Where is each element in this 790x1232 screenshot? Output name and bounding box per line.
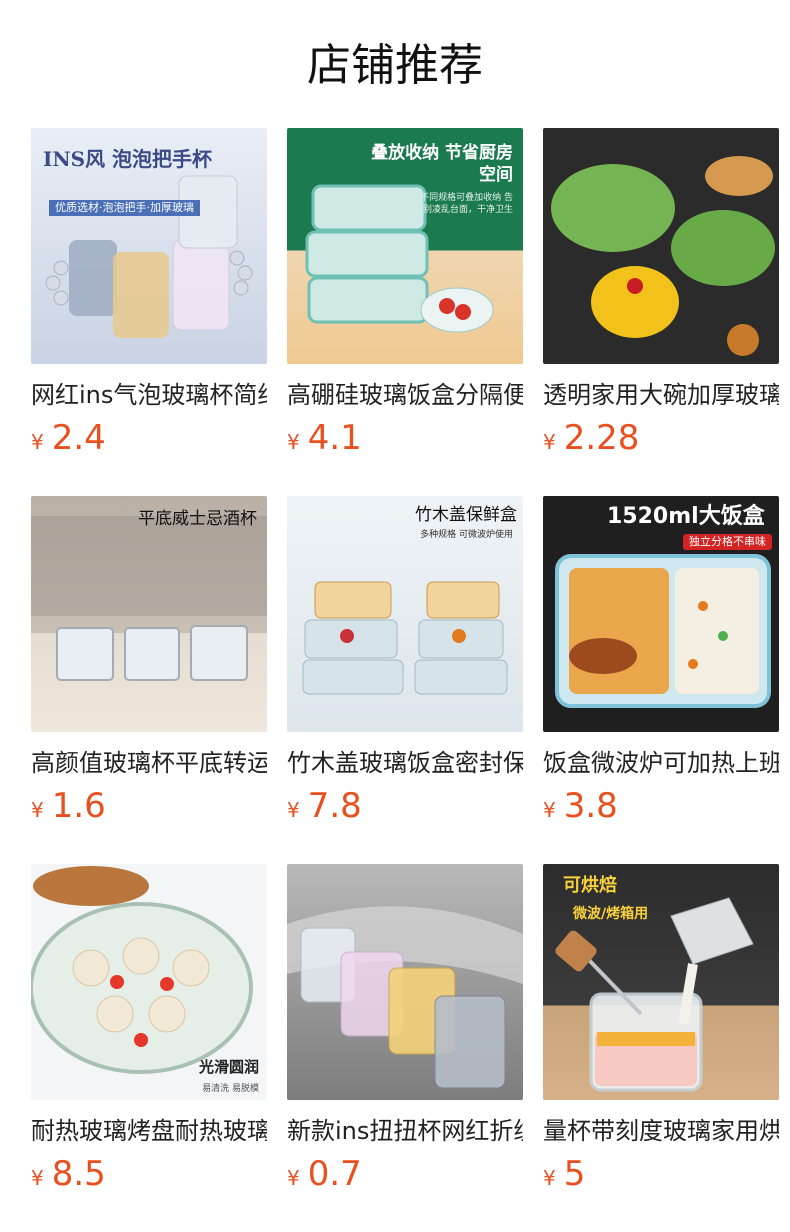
image-tagline: 优质选材·泡泡把手·加厚玻璃 — [49, 200, 200, 216]
image-tagline: 易清洗 易脱模 — [202, 1084, 259, 1094]
currency-symbol: ¥ — [287, 798, 300, 822]
currency-symbol: ¥ — [287, 1166, 300, 1190]
product-name[interactable]: 新款ins扭扭杯网红折纹杯 — [287, 1116, 523, 1146]
image-tagline: 多种规格 可微波炉使用 — [420, 530, 513, 540]
product-price: ¥ 4.1 — [287, 418, 523, 458]
product-name[interactable]: 竹木盖玻璃饭盒密封保鲜盒 — [287, 748, 523, 778]
product-image[interactable]: 1520ml大饭盒 独立分格不串味 — [543, 496, 779, 732]
price-value: 1.6 — [51, 786, 106, 826]
product-card[interactable]: 光滑圆润 易清洗 易脱模 耐热玻璃烤盘耐热玻璃鱼盘 ¥ 8.5 — [31, 864, 267, 1194]
currency-symbol: ¥ — [31, 1166, 44, 1190]
twisted-cups-icon — [287, 906, 523, 1089]
image-tagline: 不同规格可叠加收纳 告别凌乱台面，干净卫生 — [420, 193, 513, 215]
product-card[interactable]: 可烘焙 微波/烤箱用 量杯带刻度玻璃家用烘焙 ¥ 5 — [543, 864, 779, 1194]
product-image[interactable] — [287, 864, 523, 1100]
product-price: ¥ 5 — [543, 1154, 779, 1194]
product-name[interactable]: 高颜值玻璃杯平底转运酒杯 — [31, 748, 267, 778]
currency-symbol: ¥ — [287, 430, 300, 454]
product-card[interactable]: 透明家用大碗加厚玻璃沙拉碗 ¥ 2.28 — [543, 128, 779, 458]
product-name[interactable]: 高硼硅玻璃饭盒分隔便当盒 — [287, 380, 523, 410]
product-price: ¥ 1.6 — [31, 786, 267, 826]
product-image[interactable]: 光滑圆润 易清洗 易脱模 — [31, 864, 267, 1100]
image-tagline: 独立分格不串味 — [683, 534, 772, 550]
image-caption: 1520ml大饭盒 — [607, 504, 765, 529]
image-caption: 可烘焙 — [563, 875, 617, 896]
product-price: ¥ 3.8 — [543, 786, 779, 826]
product-image[interactable]: 叠放收纳 节省厨房空间 不同规格可叠加收纳 告别凌乱台面，干净卫生 — [287, 128, 523, 364]
product-name[interactable]: 透明家用大碗加厚玻璃沙拉碗 — [543, 380, 779, 410]
product-name[interactable]: 量杯带刻度玻璃家用烘焙 — [543, 1116, 779, 1146]
product-card[interactable]: INS风 泡泡把手杯 优质选材·泡泡把手·加厚玻璃 网红ins气泡玻璃杯简约 ¥… — [31, 128, 267, 458]
product-image[interactable]: INS风 泡泡把手杯 优质选材·泡泡把手·加厚玻璃 — [31, 128, 267, 364]
price-value: 2.28 — [563, 418, 640, 458]
measuring-cup-icon — [555, 897, 754, 1092]
image-caption: 竹木盖保鲜盒 — [415, 505, 517, 525]
price-value: 3.8 — [563, 786, 618, 826]
product-image[interactable]: 竹木盖保鲜盒 多种规格 可微波炉使用 — [287, 496, 523, 732]
salad-bowls-icon — [551, 156, 775, 356]
price-value: 7.8 — [307, 786, 362, 826]
page-title: 店铺推荐 — [307, 40, 483, 91]
product-card[interactable]: 叠放收纳 节省厨房空间 不同规格可叠加收纳 告别凌乱台面，干净卫生 高硼硅玻璃饭… — [287, 128, 523, 458]
product-price: ¥ 7.8 — [287, 786, 523, 826]
product-image[interactable] — [543, 128, 779, 364]
product-name[interactable]: 耐热玻璃烤盘耐热玻璃鱼盘 — [31, 1116, 267, 1146]
image-caption: INS风 泡泡把手杯 — [43, 147, 213, 171]
product-price: ¥ 0.7 — [287, 1154, 523, 1194]
image-tagline: 微波/烤箱用 — [573, 906, 649, 922]
product-card[interactable]: 平底威士忌酒杯 高颜值玻璃杯平底转运酒杯 ¥ 1.6 — [31, 496, 267, 826]
product-image[interactable]: 可烘焙 微波/烤箱用 — [543, 864, 779, 1100]
product-card[interactable]: 新款ins扭扭杯网红折纹杯 ¥ 0.7 — [287, 864, 523, 1194]
currency-symbol: ¥ — [31, 798, 44, 822]
currency-symbol: ¥ — [543, 798, 556, 822]
whisky-glasses-icon — [31, 516, 267, 681]
product-image[interactable]: 平底威士忌酒杯 — [31, 496, 267, 732]
product-card[interactable]: 竹木盖保鲜盒 多种规格 可微波炉使用 竹木盖玻璃饭盒密封保鲜盒 ¥ 7.8 — [287, 496, 523, 826]
product-card[interactable]: 1520ml大饭盒 独立分格不串味 饭盒微波炉可加热上班族 ¥ 3.8 — [543, 496, 779, 826]
image-caption: 叠放收纳 节省厨房空间 — [371, 143, 513, 185]
price-value: 2.4 — [51, 418, 106, 458]
image-caption: 光滑圆润 — [198, 1058, 259, 1076]
currency-symbol: ¥ — [31, 430, 44, 454]
product-price: ¥ 2.4 — [31, 418, 267, 458]
product-name[interactable]: 网红ins气泡玻璃杯简约 — [31, 380, 267, 410]
product-price: ¥ 8.5 — [31, 1154, 267, 1194]
currency-symbol: ¥ — [543, 1166, 556, 1190]
price-value: 8.5 — [51, 1154, 106, 1194]
currency-symbol: ¥ — [543, 430, 556, 454]
price-value: 4.1 — [307, 418, 362, 458]
product-price: ¥ 2.28 — [543, 418, 779, 458]
price-value: 5 — [563, 1154, 586, 1194]
image-caption: 平底威士忌酒杯 — [138, 509, 257, 529]
product-name[interactable]: 饭盒微波炉可加热上班族 — [543, 748, 779, 778]
price-value: 0.7 — [307, 1154, 362, 1194]
